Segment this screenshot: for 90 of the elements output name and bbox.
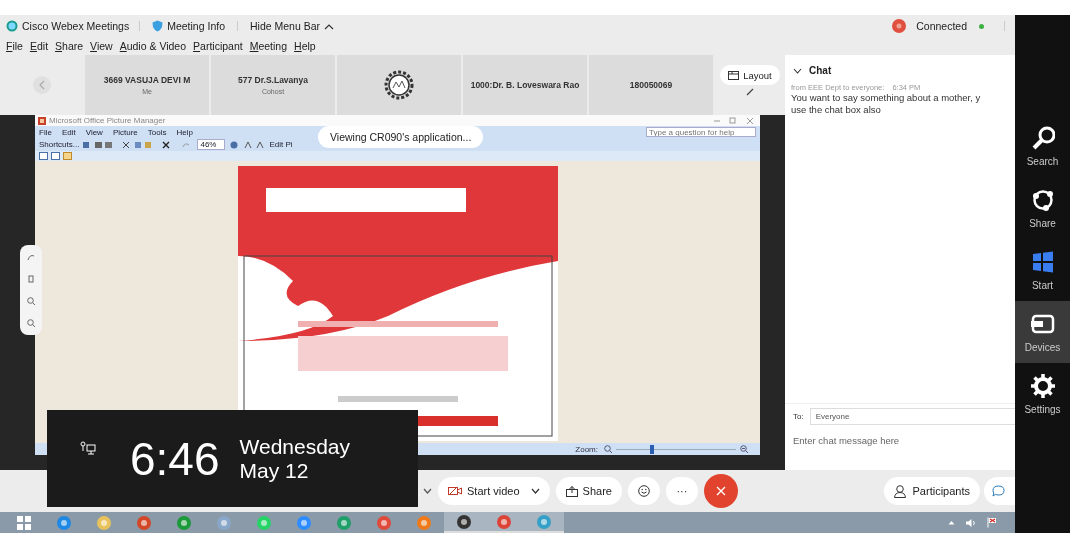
chevron-up-icon bbox=[324, 22, 335, 30]
shortcuts-button[interactable]: Shortcuts... bbox=[39, 140, 80, 149]
charm-button[interactable]: Start bbox=[1015, 239, 1070, 301]
menu-item[interactable]: Help bbox=[176, 127, 193, 137]
menu-item[interactable]: Edit bbox=[61, 127, 76, 137]
charm-button[interactable]: Devices bbox=[1015, 301, 1070, 363]
tray-chevron-icon[interactable] bbox=[948, 520, 955, 525]
viewing-banner: Viewing CR090's application... bbox=[318, 126, 484, 148]
windows-logo-icon bbox=[1030, 249, 1055, 274]
zoom-out-icon[interactable] bbox=[27, 319, 35, 327]
video-off-icon bbox=[448, 486, 462, 496]
zoom-slider-thumb[interactable] bbox=[650, 444, 654, 454]
recipient-dropdown[interactable]: Everyone bbox=[809, 408, 1015, 425]
clock-date: May 12 bbox=[239, 458, 310, 483]
app-name: Cisco Webex Meetings bbox=[22, 20, 130, 32]
message-text: use the chat box also bbox=[790, 104, 882, 116]
shield-icon bbox=[152, 20, 164, 32]
zoom-out-icon[interactable] bbox=[604, 445, 612, 453]
participant-tile[interactable]: 1000:Dr. B. Loveswara Rao bbox=[463, 55, 587, 115]
help-search-field[interactable]: Type a question for help bbox=[646, 127, 756, 137]
menu-item[interactable]: Tools bbox=[147, 127, 167, 137]
chat-button[interactable] bbox=[984, 477, 1015, 505]
caret-down-icon bbox=[530, 488, 540, 494]
menu-item[interactable]: File bbox=[6, 40, 23, 52]
search-icon bbox=[1030, 125, 1055, 150]
flag-icon[interactable] bbox=[987, 517, 997, 528]
person-icon bbox=[893, 484, 908, 498]
app-logo-icon bbox=[6, 20, 18, 32]
menu-item[interactable]: Edit bbox=[29, 40, 49, 52]
zoom-percent-field[interactable]: 46% bbox=[197, 139, 226, 150]
speaker-icon[interactable] bbox=[965, 517, 977, 528]
reactions-button[interactable] bbox=[627, 477, 660, 505]
participant-name: 1000:Dr. B. Loveswara Rao bbox=[470, 80, 580, 90]
share-button[interactable]: Share bbox=[555, 477, 622, 505]
connection-status: Connected bbox=[916, 20, 967, 32]
record-icon bbox=[892, 19, 907, 33]
network-icon bbox=[80, 440, 96, 455]
menu-item[interactable]: Participant bbox=[193, 40, 243, 52]
menu-item[interactable]: Audio & Video bbox=[119, 40, 187, 52]
message-text: You want to say something about a mother, y bbox=[790, 92, 982, 104]
share-icon bbox=[1030, 187, 1055, 212]
zoom-in-icon[interactable] bbox=[27, 297, 35, 305]
menu-item[interactable]: View bbox=[85, 127, 103, 137]
charm-button[interactable]: Settings bbox=[1015, 363, 1070, 425]
menu-item[interactable]: Share bbox=[55, 40, 84, 52]
speech-bubble-icon bbox=[992, 485, 1005, 497]
window-controls-icon bbox=[714, 117, 754, 124]
app-window-title: Microsoft Office Picture Manager bbox=[49, 116, 166, 125]
charm-button[interactable]: Search bbox=[1015, 115, 1070, 177]
pencil-icon[interactable] bbox=[746, 88, 754, 96]
close-icon bbox=[715, 486, 726, 496]
zoom-in-icon[interactable] bbox=[740, 445, 748, 453]
share-icon bbox=[565, 485, 578, 497]
menu-item[interactable]: Help bbox=[294, 40, 316, 52]
caret-down-icon[interactable] bbox=[423, 488, 432, 494]
previous-button[interactable] bbox=[32, 76, 51, 94]
smiley-icon bbox=[637, 485, 650, 497]
participants-button[interactable]: Participants bbox=[883, 477, 980, 505]
hide-menu-bar-button[interactable]: Hide Menu Bar bbox=[248, 20, 337, 32]
layout-button[interactable]: Layout bbox=[720, 65, 780, 85]
menu-item[interactable]: Meeting bbox=[249, 40, 288, 52]
menu-item[interactable]: Picture bbox=[112, 127, 138, 137]
settings-icon bbox=[1030, 373, 1055, 398]
clock-time: 6:46 bbox=[130, 431, 220, 486]
edit-pictures-button[interactable]: Edit Pi bbox=[269, 140, 293, 149]
to-label: To: bbox=[793, 412, 804, 421]
meeting-info-button[interactable]: Meeting Info bbox=[150, 20, 227, 32]
zoom-label: Zoom: bbox=[575, 444, 598, 454]
start-video-button[interactable]: Start video bbox=[438, 477, 550, 505]
layout-icon bbox=[728, 70, 740, 80]
end-meeting-button[interactable] bbox=[703, 474, 738, 508]
picture-manager-icon bbox=[38, 116, 46, 125]
chevron-left-icon bbox=[38, 80, 45, 90]
menu-item[interactable]: View bbox=[90, 40, 113, 52]
clock-day: Wednesday bbox=[239, 434, 351, 459]
view-mode-icons-drawing bbox=[39, 152, 73, 160]
participant-name: 3669 VASUJA DEVI M bbox=[103, 75, 191, 85]
charm-button[interactable]: Share bbox=[1015, 177, 1070, 239]
chat-title: Chat bbox=[809, 65, 832, 76]
chevron-down-icon[interactable] bbox=[793, 67, 802, 74]
participant-tile[interactable] bbox=[337, 55, 461, 115]
menu-item[interactable]: File bbox=[39, 127, 52, 137]
start-icon[interactable] bbox=[16, 514, 32, 531]
participant-name: 577 Dr.S.Lavanya bbox=[238, 75, 308, 85]
participant-name: 180050069 bbox=[629, 80, 673, 90]
gear-logo-icon bbox=[384, 70, 414, 100]
toolbar-icons-drawing bbox=[229, 140, 266, 149]
participant-tile[interactable]: 180050069 bbox=[589, 55, 713, 115]
status-dot-icon bbox=[979, 23, 984, 29]
more-options-button[interactable]: ··· bbox=[665, 477, 698, 505]
